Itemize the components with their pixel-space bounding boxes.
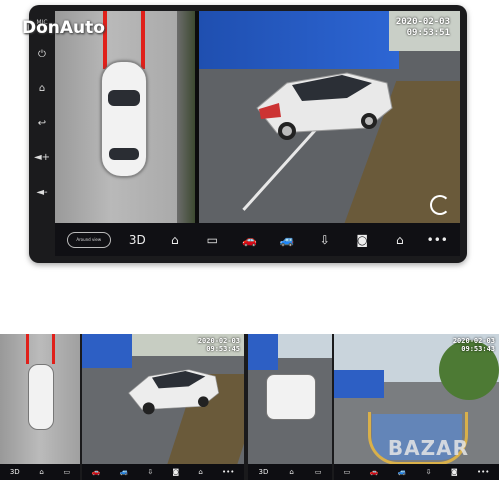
camera-icon[interactable]: ◙ (351, 233, 373, 247)
car-side-icon[interactable]: ▭ (201, 233, 223, 247)
3d-view-button[interactable]: 3D (126, 233, 148, 247)
preview-timestamp: 2020-02-03 09:53:45 (197, 337, 240, 353)
car-left-icon[interactable]: 🚗 (239, 233, 261, 247)
3d-camera-view[interactable]: 2020-02-03 09:53:51 (199, 11, 460, 223)
car-rear-icon[interactable]: ⌂ (389, 233, 411, 247)
more-icon[interactable]: ••• (426, 233, 448, 247)
birds-eye-view[interactable] (55, 11, 195, 223)
head-unit-device: MIC ⏻ ⌂ ↩ ◄+ ◄- 2020-02-03 09:53:51 Arou… (29, 5, 467, 263)
car-front-icon[interactable]: ⌂ (164, 233, 186, 247)
preview-3d-view[interactable]: 2020-02-03 09:53:45 🚗 🚙 ⇩ ◙ ⌂ ••• (82, 334, 244, 480)
around-view-button[interactable]: Around view (66, 231, 111, 248)
watermark-logo: DonAuto (22, 18, 105, 38)
home-icon[interactable]: ⌂ (39, 83, 45, 95)
preview-birds-eye[interactable]: 3D ⌂ ▭ (0, 334, 80, 480)
display-screen: 2020-02-03 09:53:51 Around view 3D ⌂ ▭ 🚗… (55, 11, 460, 256)
side-button-column: MIC ⏻ ⌂ ↩ ◄+ ◄- (29, 19, 55, 199)
volume-up-icon[interactable]: ◄+ (34, 152, 50, 164)
preview-rear-camera[interactable]: 2020-02-03 09:53:43 BAZAR ▭ 🚗 🚙 ⇩ ◙ ••• (334, 334, 499, 480)
preview-strip: 3D ⌂ ▭ 2020-02-03 09:53:45 🚗 🚙 ⇩ ◙ ⌂ ••• 3D ⌂ ▭ 2… (0, 334, 499, 480)
bazar-watermark: BAZAR (387, 436, 469, 460)
parking-icon[interactable]: ⇩ (314, 233, 336, 247)
bottom-toolbar: Around view 3D ⌂ ▭ 🚗 🚙 ⇩ ◙ ⌂ ••• (55, 223, 460, 256)
guide-line-right (141, 11, 145, 69)
car-top-view (101, 61, 147, 177)
car-3d-model (256, 72, 393, 140)
curb-stripe (177, 11, 195, 223)
preview-rear-3d[interactable]: 3D ⌂ ▭ (248, 334, 332, 480)
timestamp: 2020-02-03 09:53:51 (395, 17, 450, 38)
power-icon[interactable]: ⏻ (38, 49, 46, 61)
car-selected-icon[interactable]: 🚙 (276, 233, 298, 247)
preview-timestamp-rear: 2020-02-03 09:53:43 (452, 337, 495, 353)
back-icon[interactable]: ↩ (38, 118, 46, 130)
rotate-view-icon[interactable] (430, 195, 450, 215)
volume-down-icon[interactable]: ◄- (36, 187, 47, 199)
